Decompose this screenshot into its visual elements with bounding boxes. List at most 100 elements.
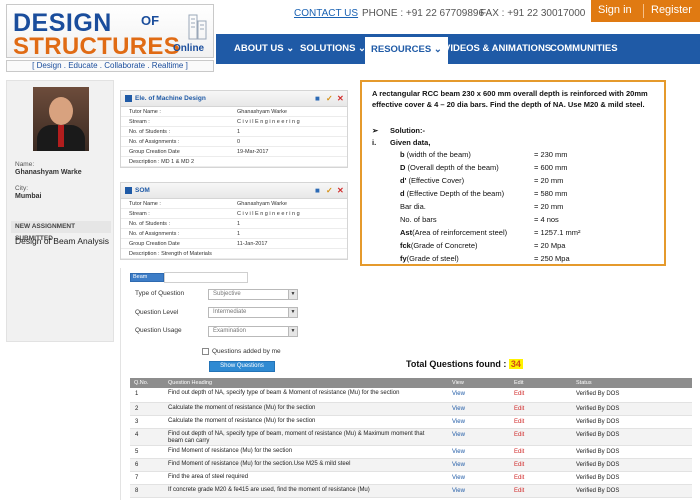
row-heading: Find out depth of NA, specify type of be… bbox=[168, 431, 425, 444]
delete-icon[interactable]: ✕ bbox=[337, 94, 344, 103]
register-button[interactable]: Register bbox=[651, 4, 692, 16]
row-status: Verified By DOS bbox=[576, 391, 620, 397]
group-row: Tutor Name : Ghanashyam Warke bbox=[121, 199, 347, 209]
row-value: Ghanashyam Warke bbox=[237, 109, 287, 115]
given-desc: (width of the beam) bbox=[404, 150, 471, 159]
col-qno: Q.No. bbox=[134, 380, 149, 386]
type-value: Subjective bbox=[213, 291, 241, 297]
level-value: Intermediate bbox=[213, 309, 247, 315]
edit-link[interactable]: Edit bbox=[514, 462, 524, 469]
group-title[interactable]: Ele. of Machine Design bbox=[135, 95, 206, 102]
total-questions: Total Questions found : 34 bbox=[406, 359, 523, 369]
row-number: 2 bbox=[135, 406, 139, 412]
view-link[interactable]: View bbox=[452, 432, 465, 439]
site-logo[interactable]: DESIGN OF STRUCTURES Online [ Design . E… bbox=[6, 4, 214, 72]
edit-link[interactable]: Edit bbox=[514, 449, 524, 456]
avatar bbox=[33, 87, 89, 151]
level-select[interactable]: Intermediate ▼ bbox=[208, 307, 298, 318]
my-questions-label: Questions added by me bbox=[212, 348, 281, 355]
row-number: 5 bbox=[135, 449, 139, 455]
group-row: Stream : C i v i l E n g i n e e r i n g bbox=[121, 117, 347, 127]
chevron-down-icon: ▼ bbox=[288, 327, 297, 336]
folder-icon[interactable]: ■ bbox=[315, 94, 320, 103]
name-label: Name: bbox=[15, 161, 35, 168]
given-desc: (Grade of Concrete) bbox=[410, 241, 478, 250]
group-description: Description : Strength of Materials bbox=[121, 249, 347, 259]
total-label: Total Questions found : bbox=[406, 359, 507, 369]
row-value: 1 bbox=[237, 231, 241, 237]
nav-about-us[interactable]: ABOUT US ⌄ bbox=[234, 34, 294, 64]
view-link[interactable]: View bbox=[452, 475, 465, 482]
edit-link[interactable]: Edit bbox=[514, 406, 524, 413]
logo-box: DESIGN OF STRUCTURES Online bbox=[6, 4, 214, 60]
row-key: No. of Students : bbox=[129, 221, 170, 227]
row-status: Verified By DOS bbox=[576, 432, 620, 438]
solution-heading: ➢ Solution:- bbox=[372, 126, 425, 135]
view-link[interactable]: View bbox=[452, 488, 465, 495]
row-value: 0 bbox=[237, 139, 241, 145]
view-link[interactable]: View bbox=[452, 406, 465, 413]
edit-link[interactable]: Edit bbox=[514, 419, 524, 426]
my-questions-checkbox[interactable] bbox=[202, 348, 209, 355]
logo-online-text: Online bbox=[173, 43, 205, 54]
given-item: d' (Effective Cover) bbox=[400, 176, 464, 185]
given-value: = 580 mm bbox=[534, 189, 568, 198]
city-label: City: bbox=[15, 185, 28, 192]
search-input[interactable] bbox=[164, 272, 248, 283]
edit-icon[interactable]: ✓ bbox=[326, 186, 333, 195]
arrow-icon: ➢ bbox=[372, 126, 379, 135]
type-label: Type of Question bbox=[135, 290, 185, 297]
group-row: No. of Assignments : 1 bbox=[121, 229, 347, 239]
given-value: = 230 mm bbox=[534, 150, 568, 159]
building-icon bbox=[188, 14, 207, 40]
row-value: 11-Jan-2017 bbox=[237, 241, 268, 247]
row-status: Verified By DOS bbox=[576, 419, 620, 425]
view-link[interactable]: View bbox=[452, 449, 465, 456]
edit-link[interactable]: Edit bbox=[514, 488, 524, 495]
new-assignment-link[interactable]: Design of Beam Analysis bbox=[15, 236, 109, 246]
row-status: Verified By DOS bbox=[576, 449, 620, 455]
row-number: 3 bbox=[135, 419, 139, 425]
group-row: No. of Students : 1 bbox=[121, 127, 347, 137]
given-value: = 20 mm bbox=[534, 176, 564, 185]
description-text: Description : Strength of Materials bbox=[129, 251, 212, 257]
usage-select[interactable]: Examination ▼ bbox=[208, 326, 298, 337]
edit-link[interactable]: Edit bbox=[514, 475, 524, 482]
col-heading: Question Heading bbox=[168, 380, 213, 386]
edit-link[interactable]: Edit bbox=[514, 391, 524, 398]
given-item: b (width of the beam) bbox=[400, 150, 471, 159]
view-link[interactable]: View bbox=[452, 419, 465, 426]
folder-icon[interactable]: ■ bbox=[315, 186, 320, 195]
view-link[interactable]: View bbox=[452, 462, 465, 469]
sign-in-button[interactable]: Sign in bbox=[598, 4, 632, 16]
row-number: 7 bbox=[135, 475, 139, 481]
group-description: Description : MD 1 & MD 2 bbox=[121, 157, 347, 167]
type-select[interactable]: Subjective ▼ bbox=[208, 289, 298, 300]
nav-resources[interactable]: RESOURCES ⌄ bbox=[364, 36, 449, 64]
edit-link[interactable]: Edit bbox=[514, 432, 524, 439]
auth-divider bbox=[643, 4, 644, 18]
search-tag[interactable]: Beam bbox=[130, 273, 164, 282]
group-row: No. of Assignments : 0 bbox=[121, 137, 347, 147]
show-questions-button[interactable]: Show Questions bbox=[209, 361, 275, 372]
edit-icon[interactable]: ✓ bbox=[326, 94, 333, 103]
given-value: = 250 Mpa bbox=[534, 254, 570, 263]
table-row: 5 Find Moment of resistance (Mu) for the… bbox=[130, 446, 692, 459]
nav-communities[interactable]: COMMUNITIES bbox=[550, 34, 618, 64]
nav-videos-animations[interactable]: VIDEOS & ANIMATIONS bbox=[444, 34, 551, 64]
new-assignment-heading: NEW ASSIGNMENT SUBMITTED bbox=[11, 221, 111, 242]
group-row: No. of Students : 1 bbox=[121, 219, 347, 229]
row-number: 4 bbox=[135, 432, 139, 438]
contact-us-link[interactable]: CONTACT US bbox=[294, 8, 358, 19]
row-heading: Find Moment of resistance (Mu) for the s… bbox=[168, 461, 351, 467]
given-marker: i. bbox=[372, 138, 377, 147]
col-edit: Edit bbox=[514, 380, 524, 386]
view-link[interactable]: View bbox=[452, 391, 465, 398]
row-number: 8 bbox=[135, 488, 139, 494]
delete-icon[interactable]: ✕ bbox=[337, 186, 344, 195]
group-row: Stream : C i v i l E n g i n e e r i n g bbox=[121, 209, 347, 219]
nav-solutions[interactable]: SOLUTIONS ⌄ bbox=[300, 34, 366, 64]
group-title[interactable]: SOM bbox=[135, 187, 150, 194]
table-row: 8 If concrete grade M20 & fe415 are used… bbox=[130, 485, 692, 498]
group-card-header: Ele. of Machine Design ■ ✓ ✕ bbox=[121, 91, 347, 107]
